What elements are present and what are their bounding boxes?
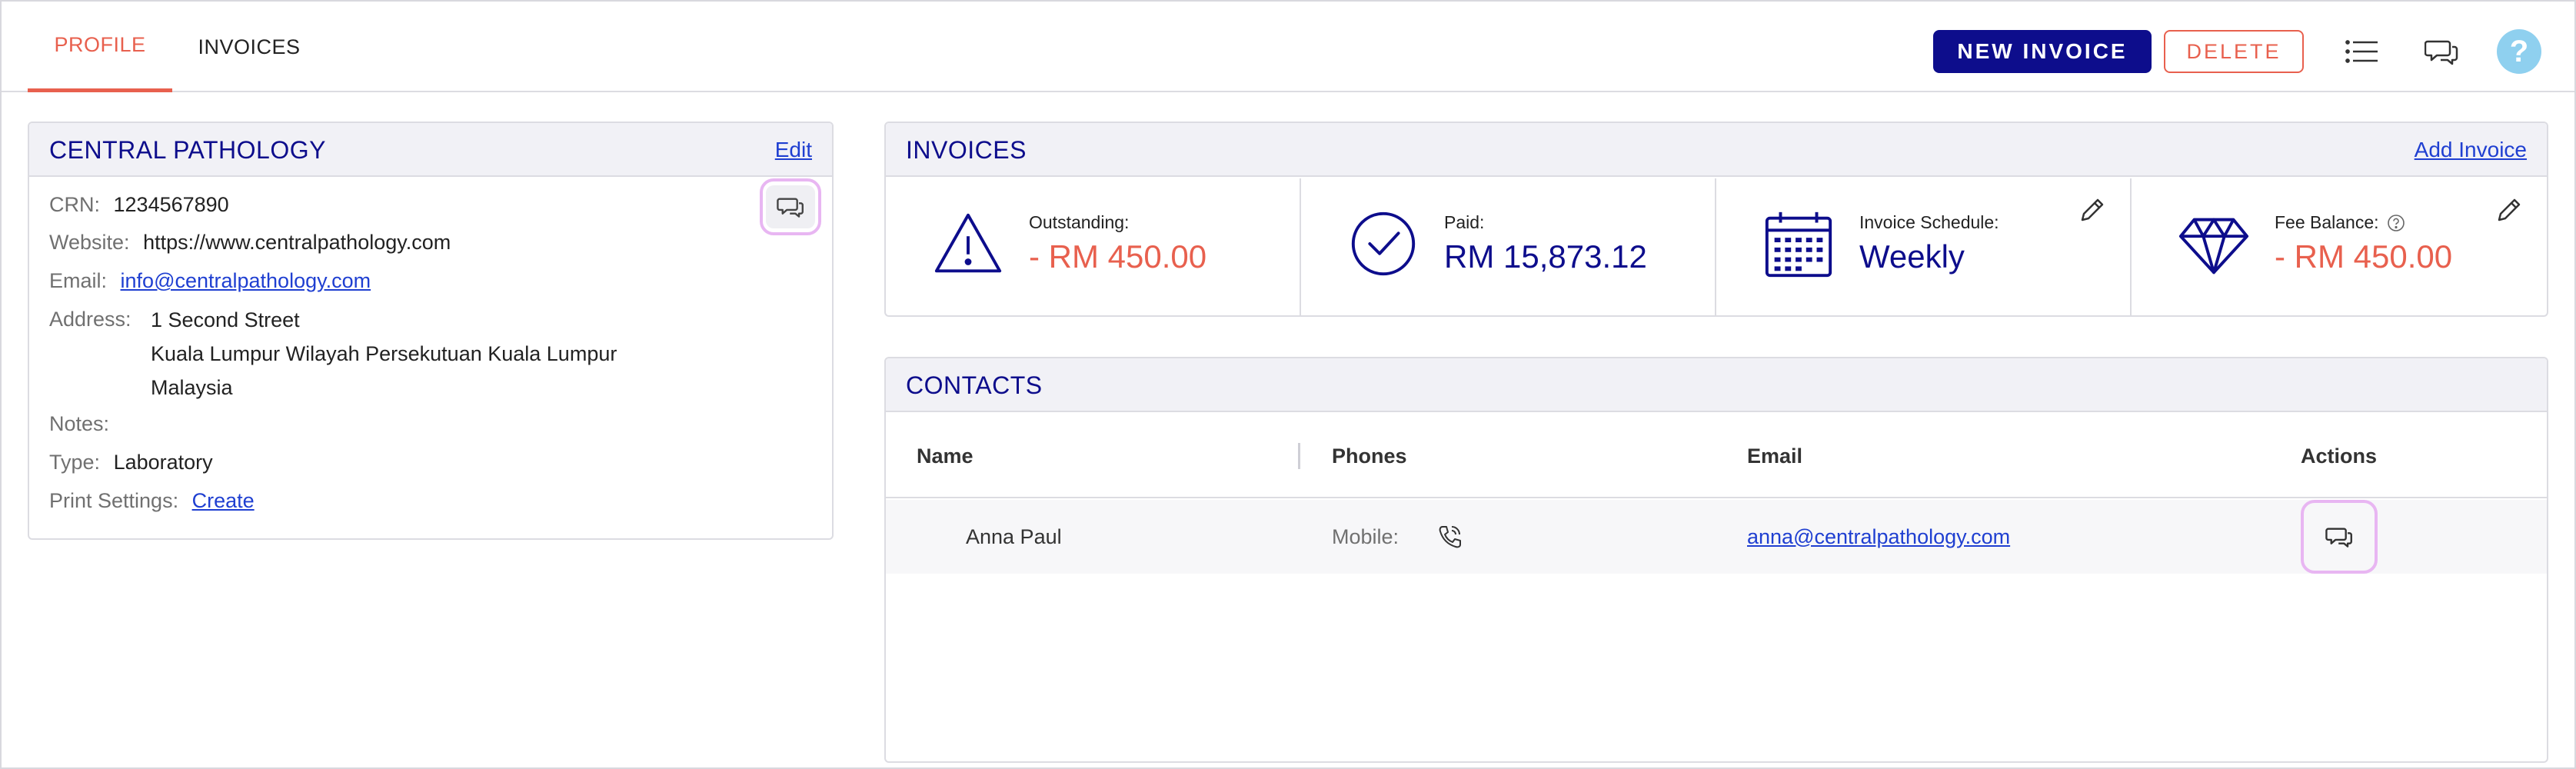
contacts-card-header: CONTACTS	[886, 358, 2547, 412]
type-label: Type:	[49, 451, 101, 474]
fee-balance-value: - RM 450.00	[2275, 238, 2453, 275]
chat-icon	[2325, 528, 2352, 548]
stat-paid: Paid: RM 15,873.12	[1301, 178, 1716, 315]
delete-button[interactable]: DELETE	[2164, 30, 2304, 73]
phone-icon[interactable]	[1436, 500, 1463, 574]
edit-fee-balance-pencil-icon[interactable]	[2493, 195, 2524, 226]
type-row: Type: Laboratory	[49, 446, 213, 478]
type-value: Laboratory	[113, 451, 213, 474]
check-circle-icon	[1351, 211, 1416, 276]
column-header-phones: Phones	[1332, 444, 1407, 468]
schedule-value: Weekly	[1859, 238, 1965, 275]
info-icon[interactable]	[2387, 214, 2405, 232]
column-header-name: Name	[917, 444, 973, 468]
notes-row: Notes:	[49, 408, 109, 440]
crn-value: 1234567890	[113, 193, 229, 216]
column-header-email: Email	[1747, 444, 1803, 468]
invoices-title: INVOICES	[906, 135, 1027, 164]
diamond-icon	[2178, 218, 2249, 275]
stat-invoice-schedule: Invoice Schedule: Weekly	[1716, 178, 2132, 315]
website-label: Website:	[49, 231, 130, 254]
contacts-title: CONTACTS	[906, 371, 1043, 399]
edit-schedule-pencil-icon[interactable]	[2076, 195, 2107, 226]
invoices-card-header: INVOICES Add Invoice	[886, 123, 2547, 177]
contacts-table-header: Name Phones Email Actions	[886, 414, 2547, 498]
address-line-2: Kuala Lumpur Wilayah Persekutuan Kuala L…	[151, 342, 617, 365]
print-settings-label: Print Settings:	[49, 489, 179, 512]
contact-name: Anna Paul	[966, 524, 1062, 548]
chat-icon	[766, 185, 815, 228]
invoices-card: INVOICES Add Invoice Outstanding: - RM 4…	[884, 122, 2548, 317]
contacts-card: CONTACTS Name Phones Email Actions Anna …	[884, 357, 2548, 763]
phone-label: Mobile:	[1332, 524, 1399, 548]
create-print-settings-link[interactable]: Create	[192, 489, 255, 512]
add-invoice-link[interactable]: Add Invoice	[2415, 123, 2527, 177]
stat-label: Outstanding:	[1029, 212, 1130, 232]
top-nav: PROFILE INVOICES NEW INVOICE DELETE ?	[2, 2, 2574, 92]
warning-icon	[934, 213, 1002, 273]
edit-link[interactable]: Edit	[775, 123, 812, 177]
contact-email-link[interactable]: anna@centralpathology.com	[1747, 500, 2010, 574]
crn-row: CRN: 1234567890	[49, 188, 229, 221]
email-link[interactable]: info@centralpathology.com	[121, 269, 371, 292]
list-icon[interactable]	[2337, 26, 2388, 77]
column-header-actions: Actions	[2301, 444, 2378, 468]
profile-card: CENTRAL PATHOLOGY Edit CRN: 1234567890 W…	[28, 122, 834, 540]
stat-label: Paid:	[1444, 212, 1485, 232]
email-label: Email:	[49, 269, 108, 292]
column-resize-handle[interactable]	[1298, 443, 1300, 469]
calendar-icon	[1765, 211, 1832, 278]
stat-outstanding: Outstanding: - RM 450.00	[886, 178, 1301, 315]
profile-chat-button[interactable]	[760, 178, 821, 235]
fee-balance-label: Fee Balance:	[2275, 212, 2379, 232]
contact-chat-button[interactable]	[2301, 500, 2378, 574]
address-line-3: Malaysia	[151, 376, 233, 399]
address-line-1: 1 Second Street	[151, 308, 300, 331]
chat-icon[interactable]	[2416, 26, 2467, 77]
stat-label: Fee Balance:	[2275, 212, 2405, 233]
paid-value: RM 15,873.12	[1444, 238, 1647, 275]
tab-invoices[interactable]: INVOICES	[180, 2, 318, 92]
stat-fee-balance: Fee Balance: - RM 450.00	[2132, 178, 2547, 315]
profile-card-header: CENTRAL PATHOLOGY Edit	[29, 123, 832, 177]
help-button[interactable]: ?	[2497, 29, 2541, 74]
address-label: Address:	[49, 308, 131, 331]
crn-label: CRN:	[49, 193, 100, 216]
print-settings-row: Print Settings: Create	[49, 484, 255, 517]
email-row: Email: info@centralpathology.com	[49, 265, 371, 297]
website-row: Website: https://www.centralpathology.co…	[49, 226, 451, 258]
website-value: https://www.centralpathology.com	[143, 231, 451, 254]
stat-label: Invoice Schedule:	[1859, 212, 1999, 232]
table-row: Anna Paul Mobile: anna@centralpathology.…	[886, 500, 2547, 574]
organization-name: CENTRAL PATHOLOGY	[49, 135, 326, 164]
tab-profile[interactable]: PROFILE	[28, 2, 172, 92]
notes-label: Notes:	[49, 412, 110, 435]
address-label-row: Address:	[49, 303, 131, 335]
new-invoice-button[interactable]: NEW INVOICE	[1933, 30, 2152, 73]
outstanding-value: - RM 450.00	[1029, 238, 1207, 275]
